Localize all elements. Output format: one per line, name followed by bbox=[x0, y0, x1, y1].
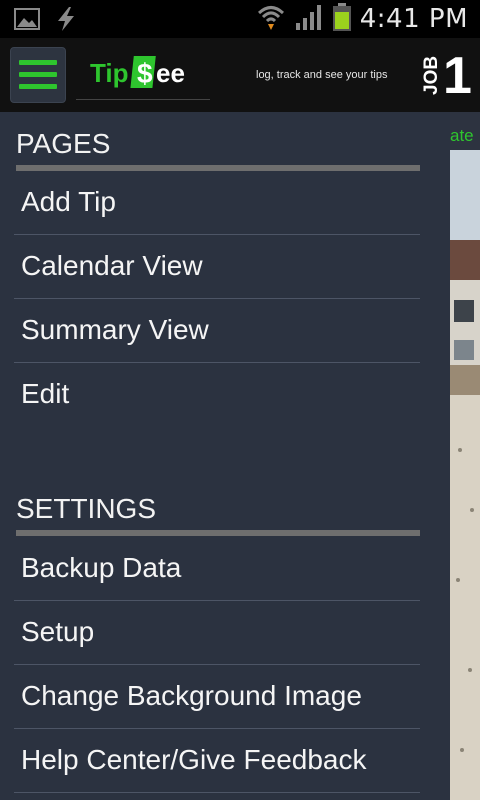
menu-item-calendar-view[interactable]: Calendar View bbox=[14, 236, 420, 299]
job-label: JOB bbox=[421, 55, 442, 95]
logo-underline bbox=[76, 99, 210, 100]
menu-item-setup[interactable]: Setup bbox=[14, 602, 420, 665]
logo-text-ee: ee bbox=[156, 58, 185, 88]
menu-item-label: Summary View bbox=[21, 314, 209, 345]
hamburger-icon-bar bbox=[19, 84, 57, 89]
menu-item-summary-view[interactable]: Summary View bbox=[14, 300, 420, 363]
background-link-fragment[interactable]: ate bbox=[450, 126, 474, 146]
menu-item-label: Calendar View bbox=[21, 250, 203, 281]
menu-item-label: Change Background Image bbox=[21, 680, 362, 711]
flash-notification-icon bbox=[54, 6, 78, 36]
signal-icon bbox=[294, 3, 324, 35]
menu-item-help-center[interactable]: Help Center/Give Feedback bbox=[14, 730, 420, 793]
app-logo: Tip $ ee bbox=[90, 54, 190, 90]
menu-item-label: Backup Data bbox=[21, 552, 182, 583]
hamburger-icon bbox=[19, 60, 57, 65]
drawer-toggle-button[interactable] bbox=[10, 47, 66, 103]
hamburger-icon-bar bbox=[19, 72, 57, 77]
logo-dollar: $ bbox=[137, 58, 153, 89]
pages-section-divider bbox=[16, 165, 420, 171]
menu-item-label: Edit bbox=[21, 378, 70, 409]
status-bar: 4:41 PM bbox=[0, 0, 480, 38]
app-tagline: log, track and see your tips bbox=[256, 69, 388, 81]
job-number[interactable]: 1 bbox=[443, 48, 472, 104]
menu-item-label: Help Center/Give Feedback bbox=[21, 744, 367, 775]
battery-icon bbox=[332, 2, 352, 36]
menu-item-edit[interactable]: Edit bbox=[14, 364, 420, 427]
menu-item-backup-data[interactable]: Backup Data bbox=[14, 538, 420, 601]
menu-item-label: Setup bbox=[21, 616, 95, 647]
settings-section-header: SETTINGS bbox=[16, 493, 157, 524]
menu-item-add-tip[interactable]: Add Tip bbox=[14, 172, 420, 235]
settings-section-divider bbox=[16, 530, 420, 536]
menu-item-change-background-image[interactable]: Change Background Image bbox=[14, 666, 420, 729]
wifi-icon bbox=[256, 2, 286, 36]
menu-item-label: Add Tip bbox=[21, 186, 116, 217]
clock: 4:41 PM bbox=[359, 4, 468, 34]
navigation-drawer: PAGES Add Tip Calendar View Summary View… bbox=[0, 112, 450, 800]
pages-section-header: PAGES bbox=[16, 128, 111, 159]
action-bar bbox=[0, 38, 480, 113]
background-photo bbox=[450, 150, 480, 800]
logo-text-tip: Tip bbox=[90, 58, 129, 88]
gallery-notification-icon bbox=[14, 8, 40, 34]
